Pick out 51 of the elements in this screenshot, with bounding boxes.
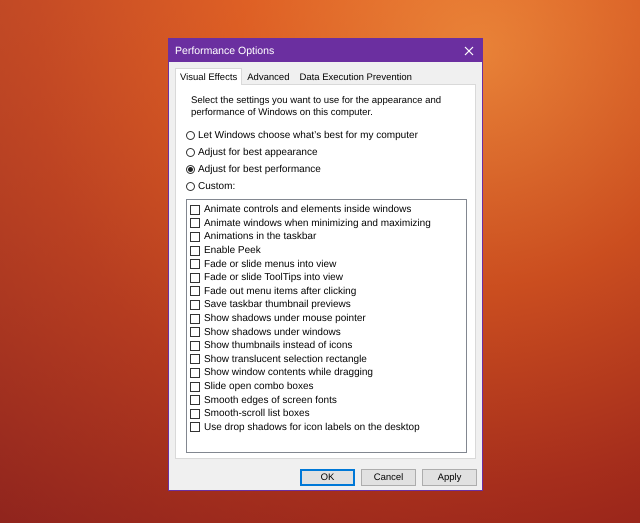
radio-button[interactable] bbox=[186, 148, 195, 157]
checkbox[interactable] bbox=[190, 327, 200, 338]
tab[interactable]: Data Execution Prevention bbox=[294, 69, 417, 84]
radio-label[interactable]: Custom: bbox=[198, 181, 236, 192]
radio-button[interactable] bbox=[186, 165, 195, 174]
checkbox-label[interactable]: Enable Peek bbox=[204, 245, 261, 256]
checkbox-label[interactable]: Show shadows under windows bbox=[204, 326, 341, 338]
checkbox[interactable] bbox=[190, 232, 200, 242]
checkbox-label[interactable]: Show translucent selection rectangle bbox=[204, 354, 367, 365]
checkbox[interactable] bbox=[190, 246, 200, 256]
checkbox-label[interactable]: Use drop shadows for icon labels on the desktop bbox=[204, 422, 420, 433]
checkbox[interactable] bbox=[190, 408, 200, 419]
checkbox-label[interactable]: Show shadows under mouse pointer bbox=[204, 313, 366, 324]
checkbox[interactable] bbox=[190, 422, 200, 432]
checkbox[interactable] bbox=[190, 354, 200, 364]
window-title: Performance Options bbox=[175, 44, 274, 56]
checkbox-label[interactable]: Animate controls and elements inside windows bbox=[204, 204, 412, 216]
checkbox-label[interactable]: Fade or slide menus into view bbox=[204, 258, 336, 270]
checkbox[interactable] bbox=[190, 286, 200, 296]
description-text: Select the settings you want to use for the appearance and performance of Windows on this computer. bbox=[191, 95, 442, 119]
radio-button[interactable] bbox=[186, 182, 195, 191]
checkbox-label[interactable]: Slide open combo boxes bbox=[204, 381, 314, 392]
checkbox-label[interactable]: Smooth-scroll list boxes bbox=[204, 408, 310, 420]
checkbox[interactable] bbox=[190, 272, 200, 283]
checkbox-label[interactable]: Save taskbar thumbnail previews bbox=[204, 299, 351, 310]
checkbox[interactable] bbox=[190, 382, 200, 392]
radio-label[interactable]: Adjust for best appearance bbox=[198, 147, 318, 158]
checkbox[interactable] bbox=[190, 259, 200, 270]
checkbox[interactable] bbox=[190, 218, 200, 228]
checkbox[interactable] bbox=[190, 314, 200, 324]
checkbox-label[interactable]: Fade or slide ToolTips into view bbox=[204, 272, 343, 284]
checkbox[interactable] bbox=[190, 395, 200, 406]
radio-label[interactable]: Adjust for best performance bbox=[198, 164, 321, 175]
dialog-button[interactable]: Apply bbox=[422, 469, 477, 486]
radio-label[interactable]: Let Windows choose what’s best for my computer bbox=[198, 130, 418, 141]
checkbox[interactable] bbox=[190, 368, 200, 378]
tab[interactable]: Visual Effects bbox=[175, 68, 242, 85]
checkbox[interactable] bbox=[190, 300, 200, 310]
tab[interactable]: Advanced bbox=[242, 69, 294, 84]
checkbox[interactable] bbox=[190, 204, 200, 215]
checkbox-label[interactable]: Animate windows when minimizing and maximizing bbox=[204, 218, 431, 229]
checkbox-label[interactable]: Smooth edges of screen fonts bbox=[204, 394, 337, 406]
checkbox-label[interactable]: Show thumbnails instead of icons bbox=[204, 340, 352, 352]
dialog-button[interactable]: OK bbox=[300, 469, 355, 486]
checkbox-label[interactable]: Show window contents while dragging bbox=[204, 367, 373, 378]
checkbox-label[interactable]: Fade out menu items after clicking bbox=[204, 286, 356, 297]
checkbox-label[interactable]: Animations in the taskbar bbox=[204, 231, 316, 242]
close-icon[interactable] bbox=[462, 44, 476, 58]
checkbox[interactable] bbox=[190, 340, 200, 351]
radio-button[interactable] bbox=[186, 131, 195, 140]
dialog-button[interactable]: Cancel bbox=[361, 469, 416, 486]
